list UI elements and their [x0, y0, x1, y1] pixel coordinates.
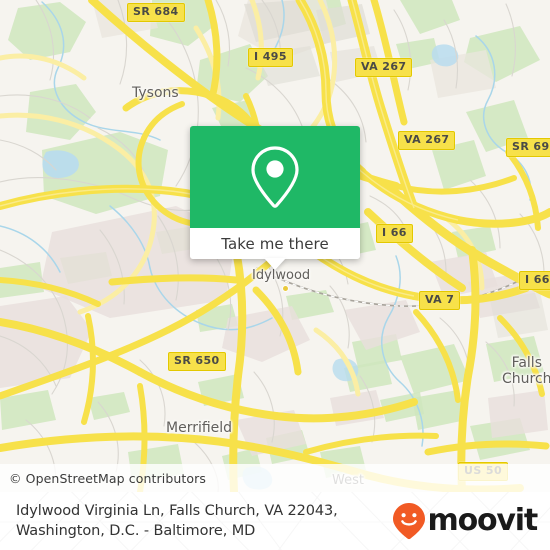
- moovit-wordmark: moovit: [427, 503, 539, 538]
- footer-content: Idylwood Virginia Ln, Falls Church, VA 2…: [0, 492, 550, 550]
- road-shield-sr-684[interactable]: SR 684: [127, 3, 185, 22]
- road-shield-i-66-east[interactable]: I 66: [519, 271, 550, 290]
- place-label-merrifield: Merrifield: [166, 420, 233, 436]
- card-pointer-tail: [264, 258, 286, 270]
- road-shield-i-66-west[interactable]: I 66: [376, 224, 413, 243]
- location-address-text: Idylwood Virginia Ln, Falls Church, VA 2…: [16, 503, 338, 539]
- card-header: [190, 126, 360, 228]
- moovit-brand[interactable]: moovit: [392, 502, 539, 540]
- footer-bar: Idylwood Virginia Ln, Falls Church, VA 2…: [0, 492, 550, 550]
- road-shield-va-267-north[interactable]: VA 267: [355, 58, 413, 77]
- road-shield-va-267-south[interactable]: VA 267: [398, 131, 456, 150]
- road-shield-va-7[interactable]: VA 7: [419, 291, 461, 310]
- place-dot-idylwood: [283, 286, 288, 291]
- road-shield-i-495[interactable]: I 495: [248, 48, 293, 67]
- road-shield-sr-695[interactable]: SR 695: [506, 138, 550, 157]
- place-label-falls-church: Falls Church: [502, 355, 550, 387]
- osm-attribution-text[interactable]: © OpenStreetMap contributors: [0, 471, 206, 486]
- take-me-there-label: Take me there: [221, 234, 329, 253]
- map-attribution-bar: © OpenStreetMap contributors: [0, 464, 550, 492]
- take-me-there-button[interactable]: Take me there: [190, 228, 360, 270]
- place-label-idylwood: Idylwood: [252, 268, 311, 283]
- road-shield-sr-650[interactable]: SR 650: [168, 352, 226, 371]
- moovit-smiley-pin-icon: [392, 503, 425, 540]
- location-pin-icon: [251, 146, 299, 208]
- place-label-tysons: Tysons: [132, 85, 179, 101]
- location-info-card[interactable]: Take me there: [190, 126, 360, 270]
- screenshot-root: .rd-cas { fill:none; stroke:#f3e07f; str…: [0, 0, 550, 550]
